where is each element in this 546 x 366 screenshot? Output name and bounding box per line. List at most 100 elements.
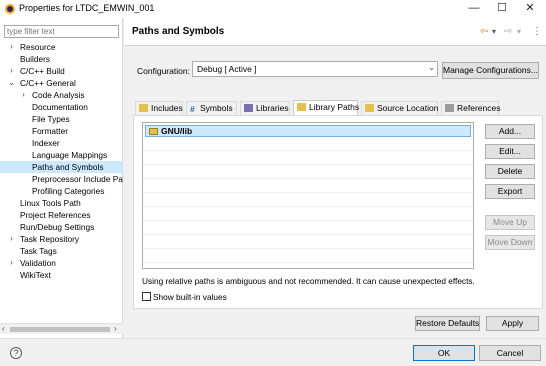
back-dropdown-icon[interactable]: ▾ — [492, 27, 496, 36]
list-row-empty — [143, 209, 473, 221]
expand-chevron-right-icon[interactable]: › — [8, 65, 15, 77]
tree-item-resource[interactable]: › Resource — [0, 41, 123, 53]
maximize-button[interactable]: ☐ — [488, 0, 516, 18]
tree-item-label: Indexer — [32, 138, 60, 148]
list-row-empty — [143, 195, 473, 207]
tree-item-label: Preprocessor Include Pa — [32, 174, 123, 184]
tab-label: Library Paths — [309, 102, 360, 112]
expand-chevron-right-icon[interactable]: › — [8, 41, 15, 53]
tree-item-label: Paths and Symbols — [32, 162, 104, 172]
tree-item-label: Profiling Categories — [32, 186, 105, 196]
configuration-value: Debug [ Active ] — [197, 64, 257, 74]
tree-item-project-references[interactable]: Project References — [0, 209, 123, 221]
tab-library-paths[interactable]: Library Paths — [293, 100, 360, 116]
library-path-label: GNU/lib — [161, 126, 193, 136]
hash-icon: # — [190, 104, 195, 114]
move-down-button[interactable]: Move Down — [485, 235, 535, 250]
filter-input[interactable] — [4, 25, 119, 38]
help-icon[interactable]: ? — [10, 347, 22, 359]
show-built-in-values-checkbox[interactable] — [142, 292, 151, 301]
eclipse-app-icon — [5, 4, 15, 14]
view-menu-icon[interactable]: ⋮ — [532, 26, 542, 37]
scroll-left-icon[interactable]: ‹ — [2, 324, 5, 333]
tree-item-label: C/C++ General — [20, 78, 76, 88]
tree-item-label: Code Analysis — [32, 90, 85, 100]
tab-includes[interactable]: Includes — [135, 101, 183, 115]
delete-button[interactable]: Delete — [485, 164, 535, 179]
folder-icon — [139, 104, 148, 112]
tree-item-label: File Types — [32, 114, 70, 124]
tree-item-indexer[interactable]: Indexer — [0, 137, 123, 149]
tab-source-location[interactable]: Source Location — [361, 101, 438, 115]
tree-item-label: Resource — [20, 42, 56, 52]
source-folder-icon — [365, 104, 374, 112]
scroll-right-icon[interactable]: › — [114, 324, 117, 333]
library-paths-list[interactable]: GNU/lib — [142, 122, 474, 269]
tab-label: Libraries — [256, 103, 289, 113]
left-navigation-pane: › Resource Builders › C/C++ Build ⌄ C/C++ Gene… — [0, 18, 123, 338]
tab-references[interactable]: References — [441, 101, 500, 115]
tree-item-language-mappings[interactable]: Language Mappings — [0, 149, 123, 161]
expand-chevron-down-icon[interactable]: ⌄ — [8, 77, 15, 89]
expand-chevron-right-icon[interactable]: › — [8, 257, 15, 269]
tab-libraries[interactable]: Libraries — [240, 101, 290, 115]
list-row-empty — [143, 153, 473, 165]
tree-item-code-analysis[interactable]: › Code Analysis — [0, 89, 123, 101]
edit-button[interactable]: Edit... — [485, 144, 535, 159]
export-button[interactable]: Export — [485, 184, 535, 199]
tree-item-linux-tools-path[interactable]: Linux Tools Path — [0, 197, 123, 209]
horizontal-scrollbar[interactable]: ‹ › — [0, 323, 123, 334]
restore-defaults-button[interactable]: Restore Defaults — [415, 316, 480, 331]
tree-item-c-c-general[interactable]: ⌄ C/C++ General — [0, 77, 123, 89]
page-header: Paths and Symbols ⇦ ▾ ⇨ ▾ ⋮ — [124, 18, 546, 46]
show-built-in-values-label[interactable]: Show built-in values — [153, 292, 227, 302]
scrollbar-thumb[interactable] — [10, 327, 110, 332]
forward-dropdown-icon[interactable]: ▾ — [517, 27, 521, 36]
tree-item-task-tags[interactable]: Task Tags — [0, 245, 123, 257]
tree-item-builders[interactable]: Builders — [0, 53, 123, 65]
configuration-select[interactable]: Debug [ Active ] ⌄ — [192, 61, 438, 77]
expand-chevron-right-icon[interactable]: › — [8, 233, 15, 245]
tree-item-label: Validation — [20, 258, 56, 268]
tab-label: Symbols — [200, 103, 233, 113]
move-up-button[interactable]: Move Up — [485, 215, 535, 230]
manage-configurations-button[interactable]: Manage Configurations... — [442, 62, 539, 79]
minimize-button[interactable]: — — [460, 0, 488, 18]
library-icon — [244, 104, 253, 112]
tree-item-label: Language Mappings — [32, 150, 108, 160]
tree-item-wikitext[interactable]: WikiText — [0, 269, 123, 281]
apply-button[interactable]: Apply — [486, 316, 539, 331]
dialog-footer: ? OK Cancel — [0, 338, 546, 366]
tree-item-task-repository[interactable]: › Task Repository — [0, 233, 123, 245]
tree-item-file-types[interactable]: File Types — [0, 113, 123, 125]
tree-item-label: Builders — [20, 54, 50, 64]
cancel-button[interactable]: Cancel — [479, 345, 541, 361]
tree-item-label: Linux Tools Path — [20, 198, 81, 208]
tree-item-c-c-build[interactable]: › C/C++ Build — [0, 65, 123, 77]
list-row-empty — [143, 237, 473, 249]
title-bar: Properties for LTDC_EMWIN_001 — ☐ ✕ — [0, 0, 546, 18]
tree-item-documentation[interactable]: Documentation — [0, 101, 123, 113]
tree-item-formatter[interactable]: Formatter — [0, 125, 123, 137]
expand-chevron-right-icon[interactable]: › — [20, 89, 27, 101]
configuration-label: Configuration: — [137, 66, 190, 76]
ok-button[interactable]: OK — [413, 345, 475, 361]
tab-label: Source Location — [377, 103, 439, 113]
tab-symbols[interactable]: # Symbols — [186, 101, 237, 115]
tree-item-profiling-categories[interactable]: Profiling Categories — [0, 185, 123, 197]
tree-item-label: WikiText — [20, 270, 51, 280]
tree-item-preprocessor-include-pa[interactable]: Preprocessor Include Pa — [0, 173, 123, 185]
list-row-empty — [143, 139, 473, 151]
tree-item-validation[interactable]: › Validation — [0, 257, 123, 269]
add-button[interactable]: Add... — [485, 124, 535, 139]
close-button[interactable]: ✕ — [516, 0, 544, 18]
list-item[interactable]: GNU/lib — [145, 125, 471, 137]
forward-arrow-icon[interactable]: ⇨ — [504, 26, 512, 37]
list-row-empty — [143, 223, 473, 235]
chevron-down-icon: ⌄ — [428, 63, 435, 72]
back-arrow-icon[interactable]: ⇦ — [480, 26, 488, 37]
tree-item-run-debug-settings[interactable]: Run/Debug Settings — [0, 221, 123, 233]
folder-icon — [297, 103, 306, 111]
tree-item-paths-and-symbols[interactable]: Paths and Symbols — [0, 161, 123, 173]
tree-item-label: Formatter — [32, 126, 68, 136]
